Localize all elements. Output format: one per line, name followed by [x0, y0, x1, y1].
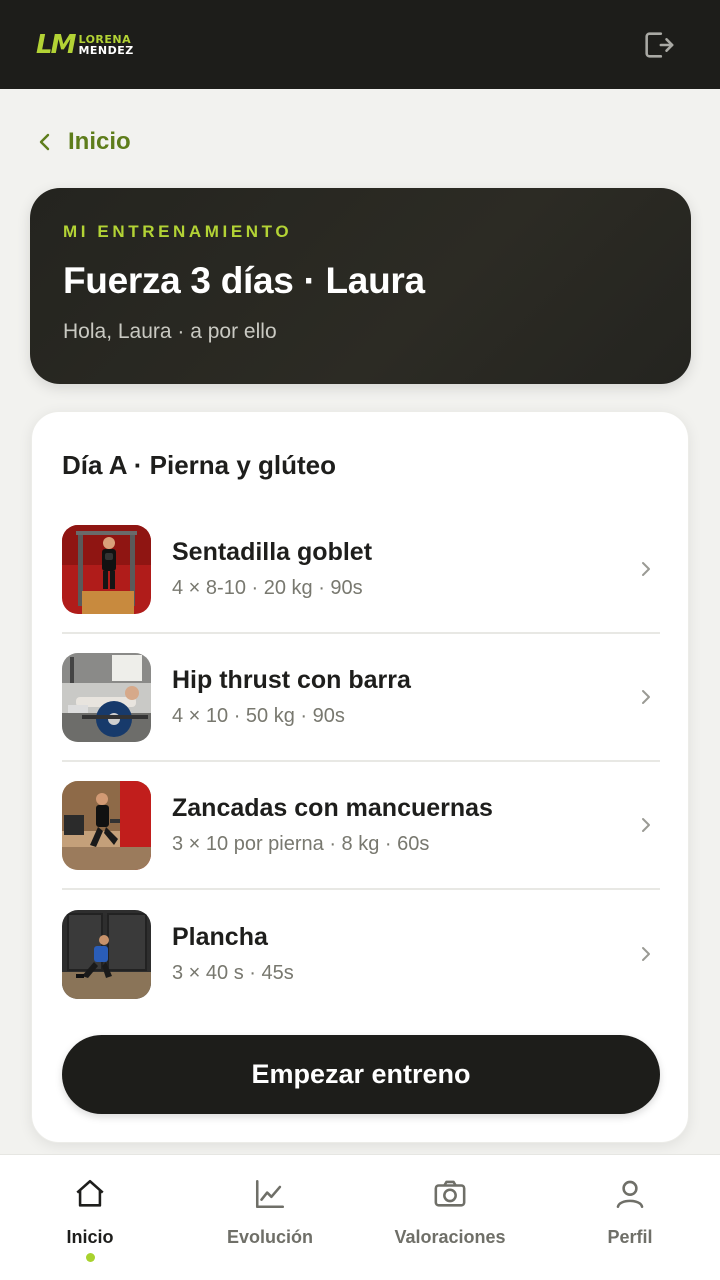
exercise-item[interactable]: Sentadilla goblet 4 × 8-10 · 20 kg · 90s — [62, 506, 660, 634]
home-icon — [76, 1179, 104, 1207]
exercise-thumbnail — [62, 524, 151, 614]
camera-icon — [434, 1180, 466, 1207]
start-workout-button[interactable]: Empezar entreno — [62, 1035, 660, 1114]
top-bar: LM LORENA MENDEZ — [0, 0, 720, 89]
training-hero-card: MI ENTRENAMIENTO Fuerza 3 días · Laura H… — [30, 188, 691, 384]
tab-valoraciones[interactable]: Valoraciones — [360, 1155, 540, 1280]
exercise-item[interactable]: Hip thrust con barra 4 × 10 · 50 kg · 90… — [62, 634, 660, 762]
logo-line-2: MENDEZ — [78, 43, 134, 57]
chevron-right-icon — [642, 562, 650, 576]
tab-inicio[interactable]: Inicio — [0, 1155, 180, 1280]
exercise-name: Plancha — [172, 923, 268, 951]
exercise-detail: 4 × 8-10 · 20 kg · 90s — [172, 577, 363, 599]
greeting-text: Hola, Laura · a por ello — [63, 320, 277, 343]
exercise-detail: 4 × 10 · 50 kg · 90s — [172, 705, 345, 727]
exercise-item[interactable]: Zancadas con mancuernas 3 × 10 por piern… — [62, 762, 660, 890]
chevron-right-icon — [642, 690, 650, 704]
exercise-detail: 3 × 40 s · 45s — [172, 962, 294, 984]
chevron-right-icon — [642, 947, 650, 961]
tab-label: Inicio — [66, 1227, 114, 1247]
exercise-thumbnail — [62, 652, 151, 742]
chevron-right-icon — [642, 818, 650, 832]
tab-label: Evolución — [226, 1227, 313, 1247]
tab-label: Perfil — [607, 1227, 653, 1247]
tab-perfil[interactable]: Perfil — [540, 1155, 720, 1280]
exercise-item[interactable]: Plancha 3 × 40 s · 45s — [62, 890, 660, 1018]
day-title: Día A · Pierna y glúteo — [62, 450, 337, 480]
tab-label: Valoraciones — [394, 1227, 506, 1247]
exercise-name: Sentadilla goblet — [172, 538, 373, 566]
exercise-list: Sentadilla goblet 4 × 8-10 · 20 kg · 90s — [62, 506, 660, 1018]
user-icon — [616, 1180, 644, 1209]
exercise-name: Hip thrust con barra — [172, 666, 411, 694]
logout-icon — [645, 31, 674, 58]
brand-logo: LM LORENA MENDEZ — [36, 30, 134, 60]
logout-button[interactable] — [636, 23, 680, 67]
exercise-thumbnail — [62, 780, 151, 870]
workout-day-card: Día A · Pierna y glúteo Sentadilla goble… — [31, 411, 689, 1143]
chart-icon — [255, 1179, 285, 1209]
logo-line-1: LORENA — [78, 32, 132, 46]
exercise-detail: 3 × 10 por pierna · 8 kg · 60s — [172, 833, 430, 855]
back-link[interactable]: Inicio — [38, 128, 131, 156]
chevron-left-icon — [39, 133, 50, 151]
back-label: Inicio — [68, 128, 131, 155]
tab-evolucion[interactable]: Evolución — [180, 1155, 360, 1280]
logo-text: LORENA MENDEZ — [78, 34, 133, 56]
active-indicator — [85, 1253, 95, 1262]
exercise-name: Zancadas con mancuernas — [172, 794, 493, 822]
hero-kicker: MI ENTRENAMIENTO — [63, 222, 293, 241]
bottom-tab-bar: Inicio Evolución Valoraciones Perfil — [0, 1154, 720, 1280]
logo-mark: LM — [36, 29, 76, 60]
exercise-thumbnail — [62, 909, 151, 999]
plan-title: Fuerza 3 días · Laura — [63, 260, 425, 301]
